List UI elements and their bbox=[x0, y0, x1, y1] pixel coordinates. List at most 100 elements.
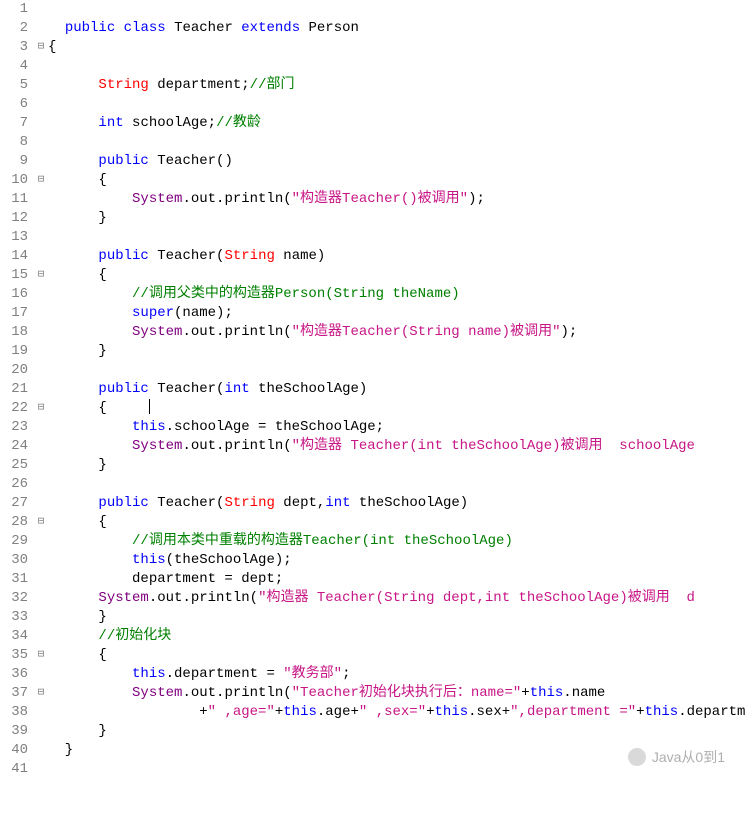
code-line[interactable]: } bbox=[48, 722, 745, 741]
fold-marker bbox=[34, 95, 48, 114]
fold-marker[interactable]: ⊟ bbox=[34, 399, 48, 418]
fold-marker[interactable]: ⊟ bbox=[34, 646, 48, 665]
fold-gutter[interactable]: ⊟ ⊟ ⊟ ⊟ ⊟ ⊟ ⊟ bbox=[34, 0, 48, 779]
code-line[interactable]: public Teacher(String name) bbox=[48, 247, 745, 266]
fold-marker bbox=[34, 703, 48, 722]
code-line[interactable]: } bbox=[48, 342, 745, 361]
code-line[interactable]: { bbox=[48, 171, 745, 190]
code-line[interactable]: } bbox=[48, 456, 745, 475]
line-number: 22 bbox=[0, 399, 28, 418]
line-number: 17 bbox=[0, 304, 28, 323]
code-line[interactable] bbox=[48, 133, 745, 152]
code-area[interactable]: public class Teacher extends Person{ Str… bbox=[48, 0, 745, 779]
fold-marker bbox=[34, 19, 48, 38]
line-number: 19 bbox=[0, 342, 28, 361]
watermark: Java从0到1 bbox=[628, 747, 725, 767]
code-line[interactable]: public Teacher(String dept,int theSchool… bbox=[48, 494, 745, 513]
code-line[interactable] bbox=[48, 475, 745, 494]
line-number: 30 bbox=[0, 551, 28, 570]
fold-marker bbox=[34, 494, 48, 513]
fold-marker bbox=[34, 456, 48, 475]
code-line[interactable]: System.out.println("构造器 Teacher(String d… bbox=[48, 589, 745, 608]
code-line[interactable]: //调用父类中的构造器Person(String theName) bbox=[48, 285, 745, 304]
fold-marker bbox=[34, 361, 48, 380]
code-line[interactable]: { bbox=[48, 646, 745, 665]
line-number: 31 bbox=[0, 570, 28, 589]
code-line[interactable]: this.schoolAge = theSchoolAge; bbox=[48, 418, 745, 437]
fold-marker[interactable]: ⊟ bbox=[34, 513, 48, 532]
code-line[interactable]: //调用本类中重载的构造器Teacher(int theSchoolAge) bbox=[48, 532, 745, 551]
line-number: 38 bbox=[0, 703, 28, 722]
code-line[interactable]: System.out.println("构造器Teacher(String na… bbox=[48, 323, 745, 342]
fold-marker bbox=[34, 247, 48, 266]
line-number: 27 bbox=[0, 494, 28, 513]
fold-marker bbox=[34, 627, 48, 646]
line-number: 2 bbox=[0, 19, 28, 38]
line-number: 29 bbox=[0, 532, 28, 551]
line-number: 7 bbox=[0, 114, 28, 133]
line-number: 35 bbox=[0, 646, 28, 665]
line-number: 4 bbox=[0, 57, 28, 76]
line-number: 9 bbox=[0, 152, 28, 171]
line-number: 23 bbox=[0, 418, 28, 437]
code-line[interactable]: } bbox=[48, 209, 745, 228]
code-line[interactable]: String department;//部门 bbox=[48, 76, 745, 95]
line-number: 34 bbox=[0, 627, 28, 646]
code-line[interactable]: { bbox=[48, 513, 745, 532]
fold-marker bbox=[34, 190, 48, 209]
line-number: 40 bbox=[0, 741, 28, 760]
code-line[interactable]: int schoolAge;//教龄 bbox=[48, 114, 745, 133]
code-line[interactable]: //初始化块 bbox=[48, 627, 745, 646]
line-number: 33 bbox=[0, 608, 28, 627]
code-editor[interactable]: 1234567891011121314151617181920212223242… bbox=[0, 0, 745, 779]
fold-marker bbox=[34, 608, 48, 627]
fold-marker bbox=[34, 570, 48, 589]
line-number: 11 bbox=[0, 190, 28, 209]
code-line[interactable]: public Teacher(int theSchoolAge) bbox=[48, 380, 745, 399]
line-number: 15 bbox=[0, 266, 28, 285]
code-line[interactable] bbox=[48, 361, 745, 380]
code-line[interactable]: { bbox=[48, 399, 745, 418]
fold-marker bbox=[34, 418, 48, 437]
code-line[interactable]: this.department = "教务部"; bbox=[48, 665, 745, 684]
line-number: 25 bbox=[0, 456, 28, 475]
code-line[interactable]: } bbox=[48, 608, 745, 627]
line-number: 36 bbox=[0, 665, 28, 684]
code-line[interactable] bbox=[48, 0, 745, 19]
line-number: 13 bbox=[0, 228, 28, 247]
line-number: 14 bbox=[0, 247, 28, 266]
code-line[interactable]: +" ,age="+this.age+" ,sex="+this.sex+",d… bbox=[48, 703, 745, 722]
fold-marker bbox=[34, 228, 48, 247]
code-line[interactable]: { bbox=[48, 38, 745, 57]
line-number: 32 bbox=[0, 589, 28, 608]
watermark-text: Java从0到1 bbox=[652, 747, 725, 767]
fold-marker bbox=[34, 532, 48, 551]
line-number-gutter: 1234567891011121314151617181920212223242… bbox=[0, 0, 34, 779]
fold-marker[interactable]: ⊟ bbox=[34, 38, 48, 57]
code-line[interactable]: System.out.println("构造器 Teacher(int theS… bbox=[48, 437, 745, 456]
line-number: 1 bbox=[0, 0, 28, 19]
fold-marker bbox=[34, 57, 48, 76]
fold-marker[interactable]: ⊟ bbox=[34, 684, 48, 703]
code-line[interactable] bbox=[48, 228, 745, 247]
code-line[interactable] bbox=[48, 95, 745, 114]
code-line[interactable]: super(name); bbox=[48, 304, 745, 323]
fold-marker bbox=[34, 665, 48, 684]
code-line[interactable]: { bbox=[48, 266, 745, 285]
line-number: 24 bbox=[0, 437, 28, 456]
line-number: 16 bbox=[0, 285, 28, 304]
line-number: 12 bbox=[0, 209, 28, 228]
line-number: 10 bbox=[0, 171, 28, 190]
fold-marker bbox=[34, 133, 48, 152]
line-number: 37 bbox=[0, 684, 28, 703]
code-line[interactable]: System.out.println("构造器Teacher()被调用"); bbox=[48, 190, 745, 209]
fold-marker[interactable]: ⊟ bbox=[34, 266, 48, 285]
code-line[interactable]: public class Teacher extends Person bbox=[48, 19, 745, 38]
code-line[interactable]: this(theSchoolAge); bbox=[48, 551, 745, 570]
code-line[interactable]: department = dept; bbox=[48, 570, 745, 589]
code-line[interactable]: System.out.println("Teacher初始化块执行后：name=… bbox=[48, 684, 745, 703]
fold-marker[interactable]: ⊟ bbox=[34, 171, 48, 190]
code-line[interactable]: public Teacher() bbox=[48, 152, 745, 171]
line-number: 3 bbox=[0, 38, 28, 57]
code-line[interactable] bbox=[48, 57, 745, 76]
